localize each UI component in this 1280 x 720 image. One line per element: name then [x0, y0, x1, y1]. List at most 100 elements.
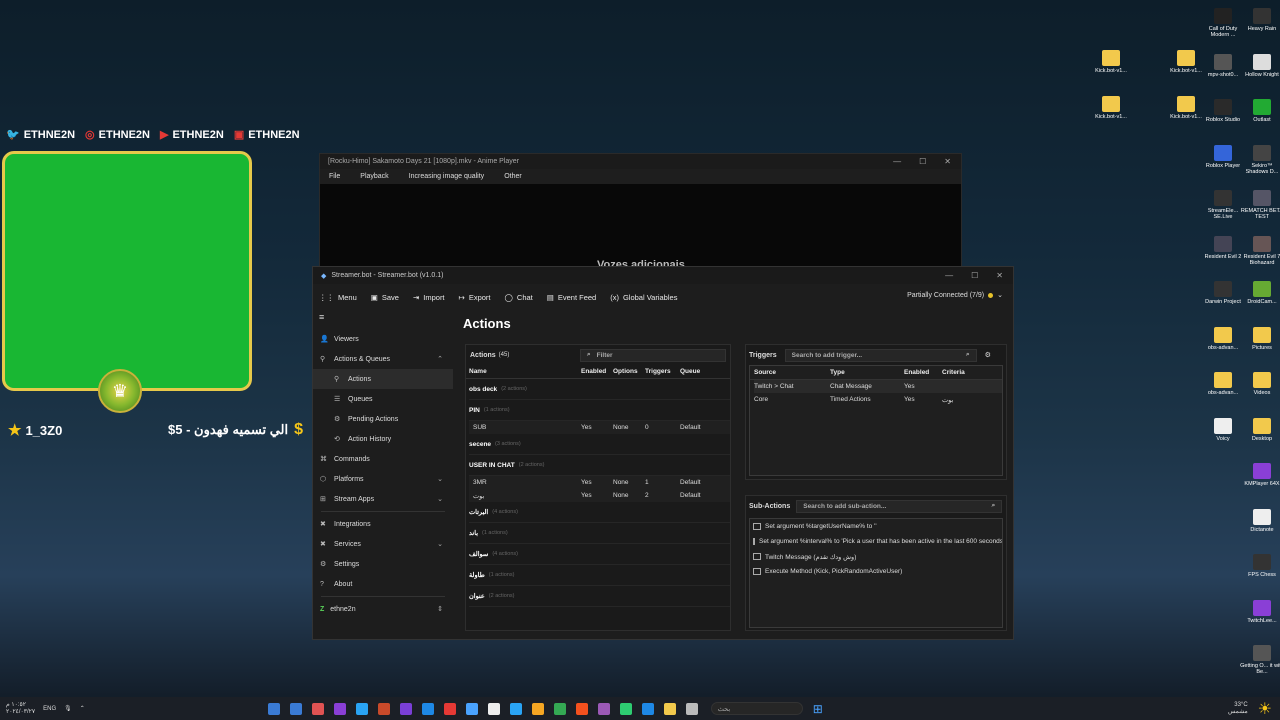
sidebar-item-about[interactable]: ? About [313, 574, 453, 594]
user-profile[interactable]: Z ethne2n ⇕ [313, 599, 453, 619]
desktop-icon[interactable]: obs-advan... [1201, 372, 1245, 418]
desktop-icon[interactable]: DroidCam... [1240, 281, 1280, 327]
taskbar-app-icon[interactable] [421, 702, 434, 715]
maximize-icon[interactable]: ☐ [971, 271, 978, 280]
player-menu-quality[interactable]: Increasing image quality [409, 173, 485, 180]
taskbar-app-icon[interactable] [619, 702, 632, 715]
col-trigger-enabled[interactable]: Enabled [904, 369, 942, 376]
desktop-icon[interactable]: Heavy Rain [1240, 8, 1280, 54]
action-row[interactable]: بوت Yes None 2 Default [469, 489, 730, 502]
export-button[interactable]: ↦ Export [459, 293, 491, 302]
taskbar-app-icon[interactable] [641, 702, 654, 715]
taskbar-app-icon[interactable] [267, 702, 280, 715]
action-row[interactable]: 3MR Yes None 1 Default [469, 476, 730, 489]
trigger-search[interactable]: Search to add trigger... ⌕ [784, 348, 977, 362]
language-indicator[interactable]: ENG [43, 706, 56, 712]
sidebar-item-commands[interactable]: ⌘ Commands [313, 449, 453, 469]
desktop-icon[interactable]: Outlast [1240, 99, 1280, 145]
trigger-row[interactable]: Twitch > Chat Chat Message Yes [754, 380, 1002, 393]
action-group[interactable]: طاولة (1 actions) [469, 565, 730, 586]
taskbar-app-icon[interactable] [355, 702, 368, 715]
taskbar-app-icon[interactable] [509, 702, 522, 715]
action-group[interactable]: باند (1 actions) [469, 523, 730, 544]
desktop-icon[interactable]: Call of Duty Modern ... [1201, 8, 1245, 54]
taskbar-search[interactable]: بحث [710, 702, 803, 715]
taskbar-app-icon[interactable] [685, 702, 698, 715]
taskbar-app-icon[interactable] [553, 702, 566, 715]
taskbar-app-icon[interactable] [333, 702, 346, 715]
taskbar-app-icon[interactable] [377, 702, 390, 715]
action-group[interactable]: USER IN CHAT (2 actions) [469, 455, 730, 476]
sidebar-item-queues[interactable]: ☰ Queues [313, 389, 453, 409]
taskbar-app-icon[interactable] [575, 702, 588, 715]
close-icon[interactable]: ✕ [996, 271, 1003, 280]
global-variables-button[interactable]: (x) Global Variables [610, 293, 677, 302]
minimize-icon[interactable]: — [945, 271, 953, 280]
sidebar-item-stream-apps[interactable]: ⊞ Stream Apps ⌄ [313, 489, 453, 509]
col-triggers[interactable]: Triggers [645, 368, 680, 375]
settings-icon[interactable]: ⚙ [985, 351, 991, 359]
menu-button[interactable]: ⋮⋮ Menu [319, 293, 357, 302]
sidebar-item-integrations[interactable]: ✖ Integrations [313, 514, 453, 534]
event-feed-button[interactable]: ▤ Event Feed [547, 293, 596, 302]
sidebar-item-viewers[interactable]: 👤 Viewers [313, 329, 453, 349]
desktop-icon[interactable]: Voicy [1201, 417, 1245, 464]
action-group[interactable]: PIN (1 actions) [469, 400, 730, 421]
desktop-icon[interactable]: Pictures [1240, 326, 1280, 373]
taskbar-app-icon[interactable] [443, 702, 456, 715]
desktop-icon[interactable]: TwitchLee... [1240, 599, 1280, 646]
save-button[interactable]: ▣ Save [371, 293, 399, 302]
col-source[interactable]: Source [754, 369, 830, 376]
sidebar-item-actions[interactable]: ⚲ Actions [313, 369, 453, 389]
sidebar-item-services[interactable]: ✖ Services ⌄ [313, 534, 453, 554]
maximize-icon[interactable]: ☐ [919, 157, 926, 166]
action-row[interactable]: SUB Yes None 0 Default [469, 421, 730, 434]
sidebar-item-pending-actions[interactable]: ⚙ Pending Actions [313, 409, 453, 429]
desktop-icon[interactable]: Desktop [1240, 417, 1280, 464]
col-queue[interactable]: Queue [680, 368, 720, 375]
action-group[interactable]: obs deck (2 actions) [469, 379, 730, 400]
minimize-icon[interactable]: — [893, 157, 901, 166]
windows-start-icon[interactable]: ⊞ [813, 702, 823, 716]
desktop-icon[interactable]: mpv-shot0... [1201, 53, 1245, 100]
desktop-icon[interactable]: Roblox Studio [1201, 99, 1245, 145]
taskbar-app-icon[interactable] [465, 702, 478, 715]
trigger-row[interactable]: Core Timed Actions Yes بوت [754, 393, 1002, 406]
col-enabled[interactable]: Enabled [581, 368, 613, 375]
desktop-icon[interactable]: Darwin Project [1201, 281, 1245, 327]
player-menu-other[interactable]: Other [504, 173, 522, 180]
taskbar-app-icon[interactable] [311, 702, 324, 715]
desktop-icon[interactable]: Resident Evil 2 [1201, 235, 1245, 282]
action-group[interactable]: البرتات (4 actions) [469, 502, 730, 523]
taskbar-app-icon[interactable] [663, 702, 676, 715]
desktop-icon[interactable]: Videos [1240, 372, 1280, 418]
desktop-icon[interactable]: Hollow Knight [1240, 53, 1280, 100]
desktop-icon[interactable]: Roblox Player [1201, 144, 1245, 191]
desktop-icon[interactable]: REMATCH BETA TEST [1240, 190, 1280, 236]
sidebar-item-settings[interactable]: ⚙ Settings [313, 554, 453, 574]
import-button[interactable]: ⇥ Import [413, 293, 445, 302]
subaction-row[interactable]: Set argument %interval% to 'Pick a user … [750, 534, 1002, 549]
taskbar-app-icon[interactable] [597, 702, 610, 715]
sidebar-item-action-history[interactable]: ⟲ Action History [313, 429, 453, 449]
chat-button[interactable]: ◯ Chat [505, 293, 533, 302]
desktop-icon[interactable]: Kick.bot-v1... [1089, 96, 1133, 142]
player-menu-file[interactable]: File [329, 173, 340, 180]
taskbar-app-icon[interactable] [289, 702, 302, 715]
subaction-search[interactable]: Search to add sub-action... ⌕ [796, 499, 1003, 513]
close-icon[interactable]: ✕ [944, 157, 951, 166]
subaction-row[interactable]: Set argument %targetUserName% to '' [750, 519, 1002, 534]
col-options[interactable]: Options [613, 368, 645, 375]
desktop-icon[interactable]: FPS Chess [1240, 554, 1280, 600]
desktop-icon[interactable]: Resident Evil 7 Biohazard [1240, 235, 1280, 282]
desktop-icon[interactable]: KMPlayer 64X [1240, 463, 1280, 509]
sidebar-item-actions-queues[interactable]: ⚲ Actions & Queues ⌃ [313, 349, 453, 369]
player-menu-playback[interactable]: Playback [360, 173, 388, 180]
taskbar-app-icon[interactable] [399, 702, 412, 715]
desktop-icon[interactable]: Getting O... it with Be... [1240, 645, 1280, 691]
taskbar-app-icon[interactable] [531, 702, 544, 715]
action-group[interactable]: عنوان (2 actions) [469, 586, 730, 607]
sidebar-item-platforms[interactable]: ⬡ Platforms ⌄ [313, 469, 453, 489]
desktop-icon[interactable]: Kick.bot-v1... [1089, 50, 1133, 96]
actions-filter[interactable]: ⌕ Filter [580, 348, 726, 362]
